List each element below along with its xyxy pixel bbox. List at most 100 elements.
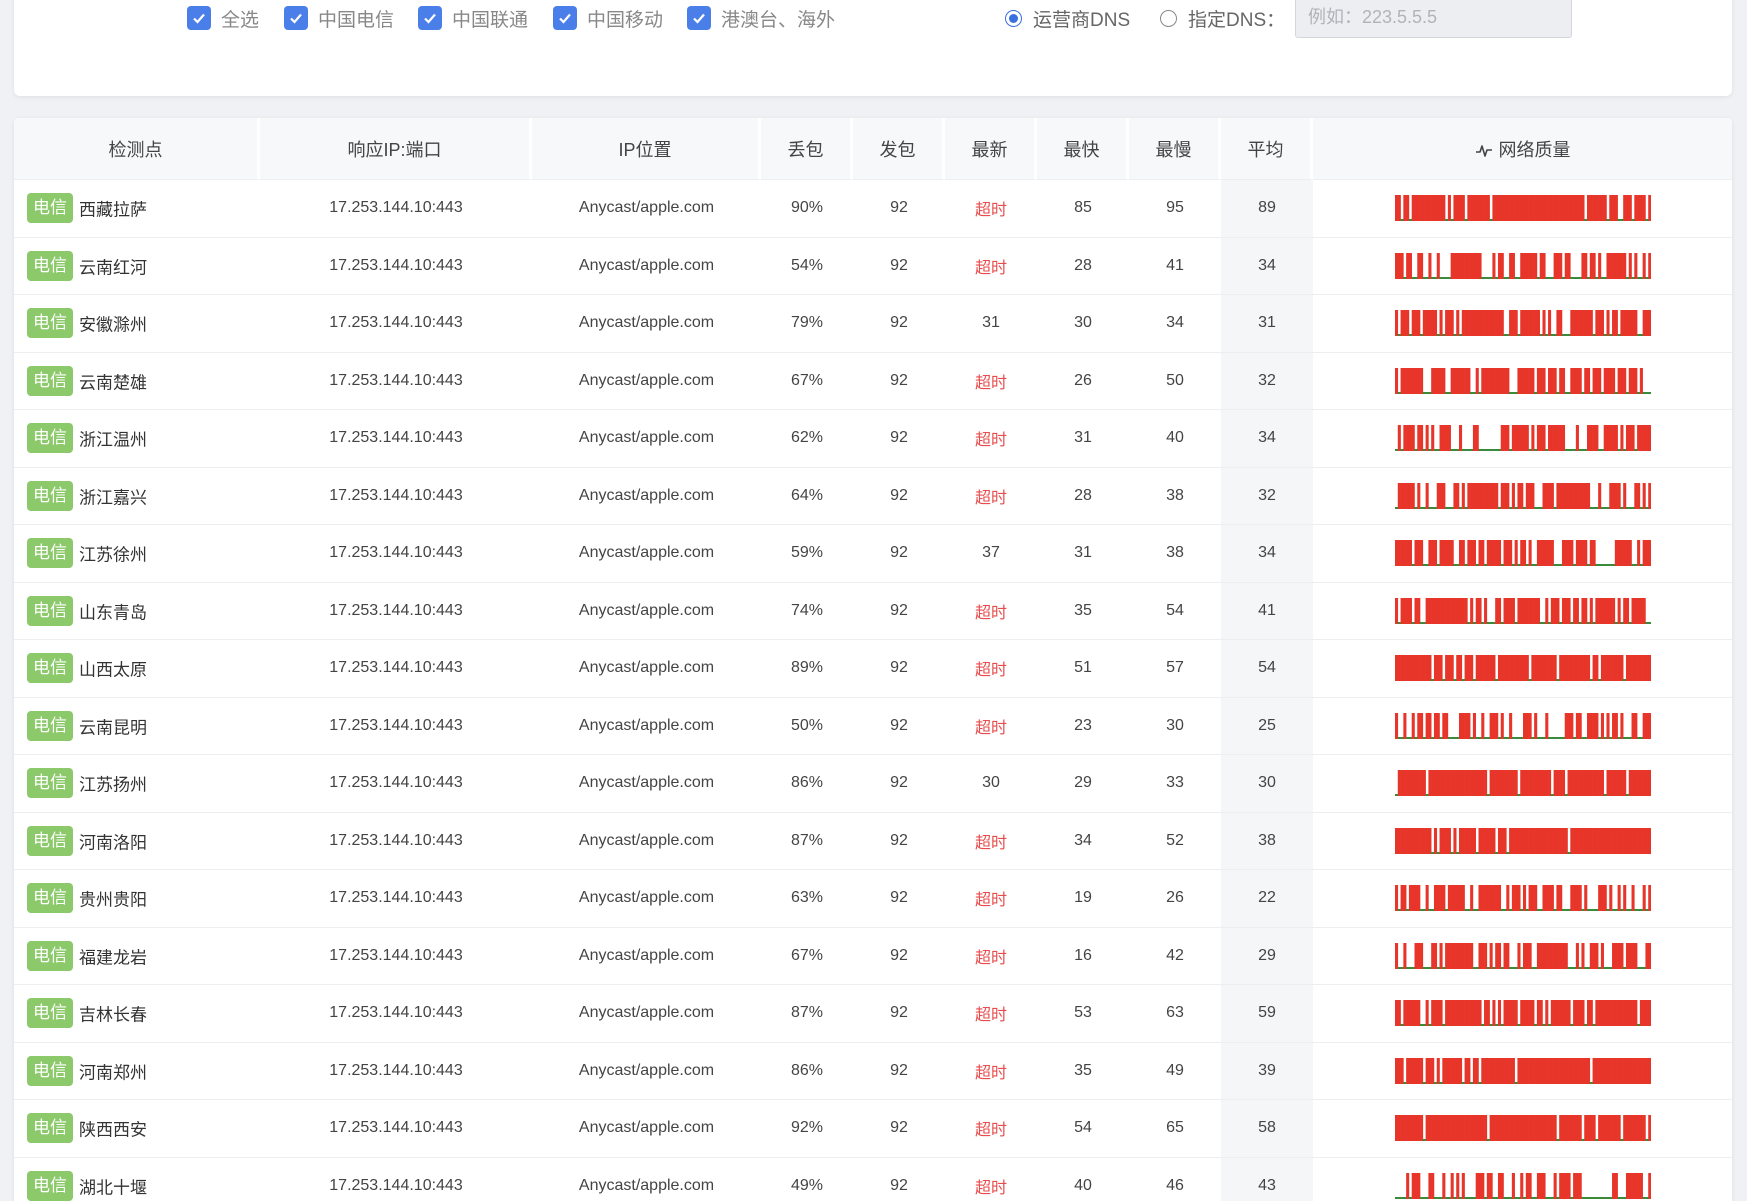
packet-ok-mark: [1605, 966, 1610, 969]
packet-lost-mark: [1508, 827, 1512, 854]
custom-dns-input[interactable]: [1295, 0, 1572, 38]
packet-ok-mark: [1464, 909, 1468, 912]
packet-lost-mark: [1516, 1115, 1521, 1142]
packet-lost-mark: [1550, 655, 1554, 682]
packet-lost-mark: [1469, 1115, 1473, 1142]
packet-lost-mark: [1452, 195, 1457, 222]
packet-lost-mark: [1583, 482, 1587, 509]
cell-response-ip: 17.253.144.10:443: [260, 1158, 532, 1201]
packet-lost-mark: [1514, 195, 1518, 222]
packet-ok-mark: [1603, 506, 1607, 509]
packet-lost-mark: [1530, 1000, 1534, 1027]
packet-lost-mark: [1611, 1057, 1615, 1084]
checkbox-mobile[interactable]: 中国移动: [553, 4, 663, 32]
packet-ok-mark: [1447, 276, 1451, 279]
packet-lost-mark: [1530, 1057, 1534, 1084]
packet-ok-mark: [1550, 736, 1554, 739]
packet-ok-mark: [1458, 506, 1462, 509]
packet-lost-mark: [1633, 655, 1637, 682]
header-ip-location: IP位置: [532, 118, 761, 180]
packet-lost-mark: [1411, 195, 1415, 222]
packet-ok-mark: [1455, 736, 1459, 739]
radio-isp-dns[interactable]: 运营商DNS: [1005, 6, 1130, 31]
packet-lost-mark: [1547, 540, 1551, 567]
checkbox-select-all[interactable]: 全选: [187, 4, 259, 32]
packet-lost-mark: [1477, 1172, 1482, 1199]
packet-lost-mark: [1528, 885, 1532, 912]
packet-ok-mark: [1589, 1081, 1593, 1084]
packet-lost-mark: [1430, 1115, 1434, 1142]
packet-ok-mark: [1397, 966, 1401, 969]
cell-sent: 92: [853, 525, 945, 583]
packet-ok-mark: [1580, 449, 1585, 452]
packet-lost-mark: [1486, 1057, 1490, 1084]
packet-lost-mark: [1558, 482, 1562, 509]
packet-lost-mark: [1572, 827, 1576, 854]
packet-lost-mark: [1541, 482, 1546, 509]
packet-ok-mark: [1486, 449, 1490, 452]
packet-lost-mark: [1477, 770, 1482, 797]
packet-lost-mark: [1491, 1057, 1495, 1084]
packet-lost-mark: [1536, 770, 1540, 797]
packet-lost-mark: [1439, 942, 1443, 969]
packet-lost-mark: [1411, 425, 1415, 452]
checkbox-unicom[interactable]: 中国联通: [418, 4, 528, 32]
packet-lost-mark: [1533, 310, 1537, 337]
packet-lost-mark: [1402, 885, 1406, 912]
packet-lost-mark: [1530, 597, 1534, 624]
packet-lost-mark: [1567, 252, 1571, 279]
packet-lost-mark: [1475, 482, 1479, 509]
packet-lost-mark: [1455, 1057, 1459, 1084]
isp-badge: 电信: [27, 193, 73, 224]
cell-latest: 超时: [945, 468, 1037, 525]
packet-lost-mark: [1558, 885, 1562, 912]
header-slowest: 最慢: [1129, 118, 1221, 180]
packet-ok-mark: [1639, 506, 1643, 509]
cell-location: 电信 云南昆明: [14, 698, 260, 755]
radio-custom-dns[interactable]: 指定DNS：: [1160, 6, 1285, 31]
packet-lost-mark: [1619, 655, 1623, 682]
packet-ok-mark: [1578, 621, 1582, 624]
cell-slowest: 38: [1129, 525, 1221, 583]
packet-lost-mark: [1405, 1057, 1409, 1084]
packet-ok-mark: [1544, 334, 1548, 337]
packet-lost-mark: [1450, 367, 1454, 394]
packet-ok-mark: [1427, 391, 1431, 394]
checkbox-overseas[interactable]: 港澳台、海外: [687, 4, 835, 32]
packet-ok-mark: [1450, 851, 1454, 854]
packet-lost-mark: [1586, 195, 1590, 222]
packet-lost-mark: [1522, 885, 1526, 912]
packet-lost-mark: [1402, 1115, 1406, 1142]
cell-average: 32: [1221, 352, 1313, 410]
packet-ok-mark: [1600, 276, 1604, 279]
packet-ok-mark: [1491, 966, 1495, 969]
packet-ok-mark: [1489, 276, 1493, 279]
packet-ok-mark: [1525, 909, 1529, 912]
packet-lost-mark: [1508, 1000, 1512, 1027]
packet-lost-mark: [1408, 770, 1412, 797]
packet-lost-mark: [1589, 310, 1593, 337]
packet-lost-mark: [1475, 252, 1479, 279]
packet-lost-mark: [1430, 367, 1434, 394]
packet-ok-mark: [1494, 449, 1498, 452]
packet-ok-mark: [1425, 564, 1429, 567]
packet-lost-mark: [1497, 885, 1501, 912]
packet-lost-mark: [1405, 310, 1409, 337]
packet-lost-mark: [1636, 195, 1640, 222]
packet-ok-mark: [1553, 736, 1557, 739]
packet-lost-mark: [1458, 252, 1462, 279]
packet-lost-mark: [1516, 942, 1521, 969]
packet-lost-mark: [1494, 1115, 1498, 1142]
packet-lost-mark: [1489, 942, 1493, 969]
packet-lost-mark: [1603, 195, 1607, 222]
cell-sent: 92: [853, 180, 945, 238]
packet-lost-mark: [1639, 1057, 1643, 1084]
packet-ok-mark: [1617, 334, 1621, 337]
packet-lost-mark: [1489, 367, 1493, 394]
packet-lost-mark: [1452, 885, 1457, 912]
location-name: 贵州贵阳: [79, 890, 147, 910]
packet-lost-mark: [1497, 827, 1501, 854]
checkbox-telecom[interactable]: 中国电信: [284, 4, 394, 32]
packet-lost-mark: [1555, 942, 1559, 969]
packet-lost-mark: [1603, 597, 1607, 624]
